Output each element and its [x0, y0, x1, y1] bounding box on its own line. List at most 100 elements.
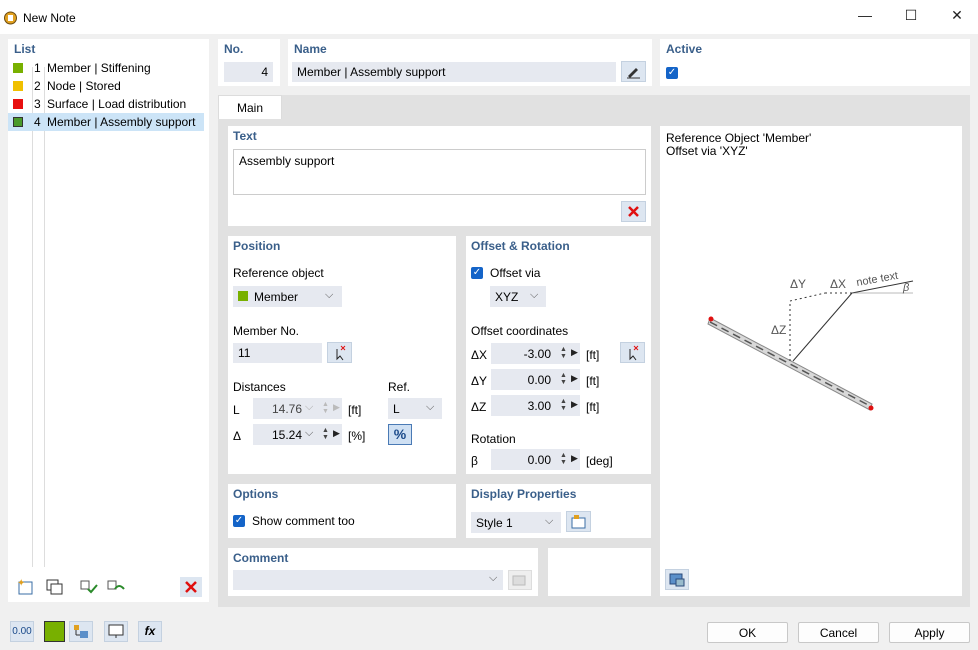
- check-all-icon[interactable]: [78, 577, 100, 597]
- comment-library-icon[interactable]: [508, 570, 532, 590]
- member-color-swatch: [238, 291, 248, 301]
- dy-value: 0.00: [527, 373, 551, 387]
- app-icon: [4, 11, 17, 25]
- beta-field[interactable]: 0.00 ▲ ▼ ▶: [491, 449, 580, 470]
- title-bar: New Note — ☐ ✕: [0, 0, 978, 34]
- list-item[interactable]: 3 Surface | Load distribution: [8, 95, 204, 113]
- delta-field[interactable]: 15.24 ⌵ ▲ ▼ ▶: [253, 424, 342, 445]
- reference-object-select[interactable]: Member ⌵: [233, 286, 342, 307]
- comment-label: Comment: [233, 551, 289, 565]
- no-field[interactable]: 4: [224, 62, 273, 82]
- dz-field[interactable]: 3.00 ▲ ▼ ▶: [491, 395, 580, 416]
- style-value: Style 1: [476, 516, 513, 530]
- show-comment-checkbox[interactable]: ✓: [233, 515, 245, 527]
- arrow-right-icon[interactable]: ▶: [571, 347, 578, 358]
- l-unit: [ft]: [348, 403, 362, 417]
- ok-button[interactable]: OK: [707, 622, 788, 643]
- offset-diagram: ΔY ΔX ΔZ note text β: [707, 270, 914, 411]
- dy-label: ΔY: [471, 374, 488, 388]
- svg-text:✦: ✦: [17, 578, 25, 589]
- list-item-color-swatch: [13, 63, 23, 73]
- copy-item-icon[interactable]: [44, 577, 66, 597]
- dx-label: ΔX: [471, 348, 488, 362]
- offset-via-checkbox[interactable]: ✓: [471, 267, 483, 279]
- list-header: List: [14, 42, 36, 56]
- list-item[interactable]: 2 Node | Stored: [8, 77, 204, 95]
- list-item-number: 4: [34, 115, 41, 129]
- blank-panel: [548, 548, 651, 596]
- member-no-field[interactable]: 11: [233, 343, 322, 363]
- pick-member-button[interactable]: [327, 342, 352, 363]
- beta-value: 0.00: [527, 453, 551, 467]
- preview-line2: Offset via 'XYZ': [666, 144, 748, 158]
- list-panel: List 1 Member | Stiffening 2 Node | Stored 3…: [8, 39, 209, 602]
- text-label: Text: [233, 129, 257, 143]
- chevron-down-icon: ⌵: [489, 572, 498, 584]
- delete-item-icon[interactable]: [180, 577, 202, 597]
- tree-view-icon[interactable]: [69, 621, 93, 642]
- window-title: New Note: [23, 11, 76, 25]
- spin-icon[interactable]: ▲ ▼: [560, 372, 567, 386]
- arrow-right-icon[interactable]: ▶: [571, 453, 578, 464]
- cancel-button[interactable]: Cancel: [798, 622, 879, 643]
- offset-via-select[interactable]: XYZ ⌵: [490, 286, 546, 307]
- uncheck-all-icon[interactable]: [105, 577, 127, 597]
- new-item-icon[interactable]: ✦: [15, 577, 37, 597]
- edit-style-button[interactable]: [566, 511, 591, 532]
- l-value: 14.76: [271, 402, 302, 416]
- display-label: Display Properties: [471, 487, 577, 501]
- arrow-right-icon[interactable]: ▶: [571, 373, 578, 384]
- list-item-label: Member | Stiffening: [47, 61, 151, 75]
- style-select[interactable]: Style 1 ⌵: [471, 512, 561, 533]
- active-checkbox[interactable]: ✓: [666, 67, 678, 79]
- arrow-right-icon[interactable]: ▶: [333, 428, 340, 439]
- leader-line: [792, 292, 853, 362]
- minimize-icon[interactable]: —: [845, 4, 885, 26]
- show-comment-label: Show comment too: [252, 514, 355, 528]
- text-area[interactable]: Assembly support: [233, 149, 646, 195]
- chevron-down-icon: ⌵: [545, 515, 554, 527]
- close-icon[interactable]: ✕: [937, 4, 977, 26]
- dz-label: ΔZ: [471, 400, 487, 414]
- edit-name-button[interactable]: [621, 61, 646, 82]
- active-panel: Active ✓: [660, 39, 970, 86]
- list-item[interactable]: 1 Member | Stiffening: [8, 59, 204, 77]
- no-label: No.: [224, 42, 244, 56]
- preview-line1: Reference Object 'Member': [666, 131, 812, 145]
- value-display-button[interactable]: 0.00: [10, 621, 34, 642]
- arrow-right-icon[interactable]: ▶: [571, 399, 578, 410]
- clear-text-button[interactable]: [621, 201, 646, 222]
- rotation-label: Rotation: [471, 432, 516, 446]
- spin-icon[interactable]: ▲ ▼: [560, 398, 567, 412]
- l-field: 14.76 ⌵ ▲ ▼ ▶: [253, 398, 342, 419]
- list-item-number: 1: [34, 61, 41, 75]
- list-item[interactable]: 4 Member | Assembly support: [8, 113, 204, 131]
- dx-field[interactable]: -3.00 ▲ ▼ ▶: [491, 343, 580, 364]
- percent-toggle[interactable]: %: [388, 424, 412, 445]
- ref-label: Ref.: [388, 380, 411, 394]
- beta-unit: [deg]: [586, 454, 613, 468]
- ref-select[interactable]: L ⌵: [388, 398, 442, 419]
- preview-panel: Reference Object 'Member' Offset via 'XY…: [660, 126, 962, 596]
- spin-icon[interactable]: ▲ ▼: [560, 452, 567, 466]
- name-label: Name: [294, 42, 327, 56]
- note-text: note text: [855, 270, 899, 289]
- formula-icon[interactable]: fx: [138, 621, 162, 642]
- tab-main[interactable]: Main: [218, 95, 282, 119]
- name-panel: Name Member | Assembly support: [288, 39, 652, 86]
- ref-value: L: [393, 402, 400, 416]
- dy-line: [789, 292, 826, 302]
- color-button[interactable]: [44, 621, 65, 642]
- spin-icon[interactable]: ▲ ▼: [560, 346, 567, 360]
- dy-field[interactable]: 0.00 ▲ ▼ ▶: [491, 369, 580, 390]
- display-icon[interactable]: [104, 621, 128, 642]
- chevron-down-icon: ⌵: [325, 289, 334, 301]
- pick-offset-button[interactable]: [620, 342, 645, 363]
- spin-icon[interactable]: ▲ ▼: [322, 427, 329, 441]
- comment-select[interactable]: ⌵: [233, 570, 503, 590]
- name-field[interactable]: Member | Assembly support: [292, 62, 616, 82]
- preview-settings-button[interactable]: [665, 569, 689, 590]
- display-panel: Display Properties Style 1 ⌵: [466, 484, 651, 538]
- maximize-icon[interactable]: ☐: [891, 4, 931, 26]
- apply-button[interactable]: Apply: [889, 622, 970, 643]
